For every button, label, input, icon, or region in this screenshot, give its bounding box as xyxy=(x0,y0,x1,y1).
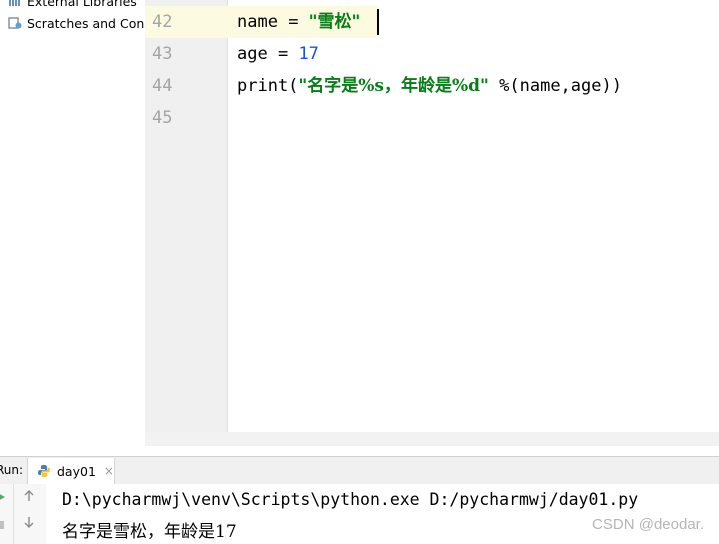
toolbar-divider xyxy=(13,484,14,544)
stop-square-icon xyxy=(0,521,4,529)
watermark: CSDN @deodar. xyxy=(592,516,704,533)
run-tool-window-header: Run: day01 × xyxy=(0,456,719,484)
code-function: print( xyxy=(237,76,299,96)
text-caret xyxy=(377,9,379,35)
run-label: Run: xyxy=(0,463,24,477)
python-icon xyxy=(38,465,50,477)
tab-day01[interactable]: day01 × xyxy=(27,458,115,484)
code-number: 17 xyxy=(298,44,319,64)
tab-label: day01 xyxy=(57,463,96,479)
arrow-down-icon xyxy=(24,517,34,528)
close-icon[interactable]: × xyxy=(104,464,114,478)
play-icon xyxy=(0,494,5,500)
tree-item-scratches[interactable]: Scratches and Consoles xyxy=(8,14,145,32)
line-number: 44 xyxy=(152,76,173,96)
console-output-line: 名字是雪松，年龄是17 xyxy=(62,522,237,542)
line-number: 45 xyxy=(152,108,173,128)
scratches-icon xyxy=(8,17,22,29)
code-operator: = xyxy=(277,12,309,32)
editor-horizontal-scrollbar[interactable] xyxy=(145,432,719,446)
code-operator: = xyxy=(267,44,299,64)
line-number: 43 xyxy=(152,44,173,64)
library-icon xyxy=(9,0,20,6)
arrow-up-icon xyxy=(24,490,34,501)
tree-item-label: External Libraries xyxy=(27,0,137,9)
project-tree: External Libraries Scratches and Console… xyxy=(0,0,145,447)
code-identifier: name xyxy=(237,12,278,32)
run-toolbar xyxy=(0,484,46,544)
console-command-line: D:\pycharmwj\venv\Scripts\python.exe D:/… xyxy=(62,490,639,509)
scroll-down-arrow-icon[interactable] xyxy=(21,514,37,530)
code-string: "雪松" xyxy=(308,12,361,32)
run-console[interactable]: D:\pycharmwj\venv\Scripts\python.exe D:/… xyxy=(46,484,719,544)
code-identifier: age xyxy=(237,44,268,64)
code-line[interactable]: print("名字是%s，年龄是%d" %(name,age)) xyxy=(237,70,622,102)
line-number: 42 xyxy=(152,12,173,32)
stop-icon[interactable] xyxy=(0,517,8,533)
tree-item-external-libraries[interactable]: External Libraries xyxy=(8,0,137,10)
code-line[interactable]: name = "雪松" xyxy=(237,6,360,38)
tree-item-label: Scratches and Consoles xyxy=(27,15,145,31)
code-line[interactable]: age = 17 xyxy=(237,38,319,70)
scroll-up-arrow-icon[interactable] xyxy=(21,488,37,504)
code-rest: %(name,age)) xyxy=(488,76,622,96)
code-string: "名字是%s，年龄是%d" xyxy=(298,76,489,96)
rerun-icon[interactable] xyxy=(0,489,8,505)
